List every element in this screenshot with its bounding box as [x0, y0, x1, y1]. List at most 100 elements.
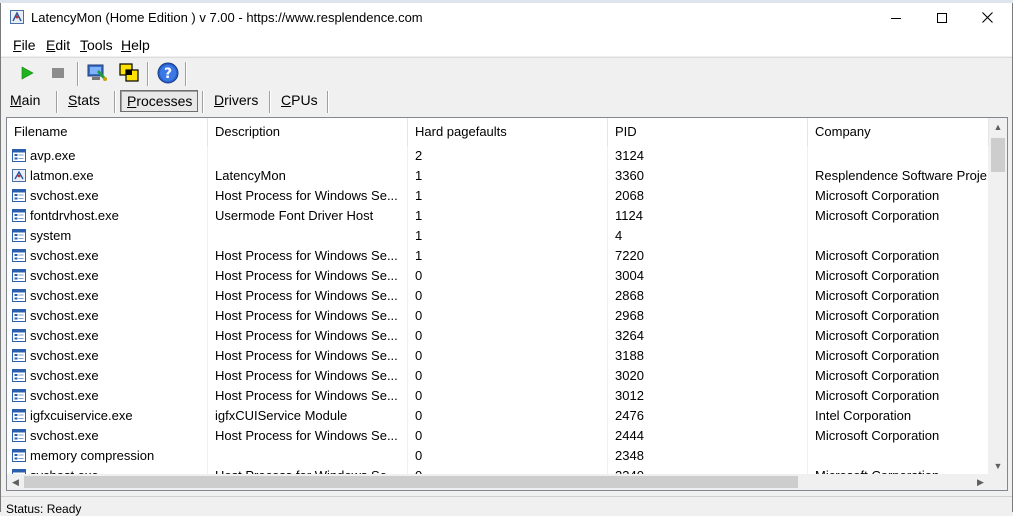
- menu-edit[interactable]: Edit: [46, 37, 70, 53]
- cell-company: Microsoft Corporation: [808, 386, 989, 406]
- table-row[interactable]: avp.exe 2 3124: [7, 146, 989, 166]
- maximize-button[interactable]: [919, 3, 965, 32]
- close-button[interactable]: [964, 3, 1010, 32]
- cell-description: Host Process for Windows Se...: [208, 286, 408, 306]
- cell-filename: memory compression: [7, 446, 208, 466]
- windows-button[interactable]: [117, 61, 141, 85]
- column-header-company[interactable]: Company: [808, 118, 989, 146]
- cell-hard-pagefaults: 0: [408, 406, 608, 426]
- menu-file[interactable]: File: [13, 37, 36, 53]
- tab-separator: [202, 91, 204, 113]
- tab-separator: [114, 91, 116, 113]
- cell-company: Microsoft Corporation: [808, 426, 989, 446]
- cell-company: Microsoft Corporation: [808, 206, 989, 226]
- cell-filename: svchost.exe: [7, 466, 208, 474]
- menu-tools[interactable]: Tools: [80, 37, 113, 53]
- cell-filename: svchost.exe: [7, 186, 208, 206]
- cell-company: [808, 226, 989, 246]
- stop-icon: [52, 68, 64, 78]
- table-row[interactable]: svchost.exeHost Process for Windows Se..…: [7, 426, 989, 446]
- scrollbar-corner: [989, 474, 1007, 490]
- help-button[interactable]: ?: [156, 61, 180, 85]
- column-header-description[interactable]: Description: [208, 118, 408, 146]
- table-row[interactable]: svchost.exeHost Process for Windows Se..…: [7, 306, 989, 326]
- table-row[interactable]: latmon.exe LatencyMon 1 3360 Resplendence So…: [7, 166, 989, 186]
- table-row[interactable]: svchost.exeHost Process for Windows Se..…: [7, 366, 989, 386]
- table-row[interactable]: svchost.exeHost Process for Windows Se..…: [7, 266, 989, 286]
- table-row[interactable]: igfxcuiservice.exe igfxCUIService Module 0…: [7, 406, 989, 426]
- vertical-scroll-thumb[interactable]: [991, 138, 1005, 172]
- cell-pid: 3004: [608, 266, 808, 286]
- horizontal-scroll-thumb[interactable]: [24, 476, 798, 488]
- cell-company: Microsoft Corporation: [808, 366, 989, 386]
- windows-icon: [119, 63, 139, 82]
- tab-cpus[interactable]: CPUs: [275, 90, 324, 112]
- cell-hard-pagefaults: 0: [408, 426, 608, 446]
- table-row[interactable]: svchost.exeHost Process for Windows Se..…: [7, 286, 989, 306]
- cell-hard-pagefaults: 2: [408, 146, 608, 166]
- table-row[interactable]: memory compression 0 2348: [7, 446, 989, 466]
- start-monitor-button[interactable]: [15, 61, 39, 85]
- cell-company: Microsoft Corporation: [808, 186, 989, 206]
- maximize-icon: [937, 12, 947, 23]
- table-row[interactable]: svchost.exeHost Process for Windows Se..…: [7, 186, 989, 206]
- table-row[interactable]: fontdrvhost.exe Usermode Font Driver Host…: [7, 206, 989, 226]
- cell-description: Host Process for Windows Se...: [208, 266, 408, 286]
- toolbar-separator: [185, 62, 187, 86]
- cell-pid: 2444: [608, 426, 808, 446]
- scroll-down-icon[interactable]: ▼: [989, 457, 1007, 474]
- cell-hard-pagefaults: 1: [408, 226, 608, 246]
- cell-filename: svchost.exe: [7, 286, 208, 306]
- scroll-right-icon[interactable]: ▶: [972, 474, 989, 490]
- cell-pid: 3360: [608, 166, 808, 186]
- cell-filename: avp.exe: [7, 146, 208, 166]
- tab-main[interactable]: Main: [4, 90, 46, 112]
- cell-company: Microsoft Corporation: [808, 306, 989, 326]
- help-icon: ?: [157, 62, 179, 84]
- cell-pid: 2348: [608, 446, 808, 466]
- tab-drivers[interactable]: Drivers: [208, 90, 264, 112]
- cell-pid: 2340: [608, 466, 808, 474]
- cell-pid: 3124: [608, 146, 808, 166]
- monitor-icon: [87, 64, 107, 81]
- cell-pid: 2868: [608, 286, 808, 306]
- minimize-button[interactable]: [873, 3, 919, 32]
- cell-hard-pagefaults: 0: [408, 466, 608, 474]
- table-row[interactable]: svchost.exeHost Process for Windows Se..…: [7, 326, 989, 346]
- cell-description: Usermode Font Driver Host: [208, 206, 408, 226]
- process-list[interactable]: Filename Description Hard pagefaults PID…: [6, 117, 1008, 491]
- svg-text:?: ?: [164, 66, 172, 82]
- scroll-left-icon[interactable]: ◀: [7, 474, 24, 490]
- cell-description: Host Process for Windows Se...: [208, 306, 408, 326]
- cell-hard-pagefaults: 1: [408, 186, 608, 206]
- system-info-button[interactable]: [85, 61, 109, 85]
- menu-help[interactable]: Help: [121, 37, 150, 53]
- latencymon-window: LatencyMon (Home Edition ) v 7.00 - http…: [0, 3, 1013, 516]
- toolbar-separator: [147, 62, 149, 86]
- scroll-up-icon[interactable]: ▲: [989, 118, 1007, 135]
- table-row[interactable]: svchost.exeHost Process for Windows Se..…: [7, 386, 989, 406]
- cell-company: Microsoft Corporation: [808, 326, 989, 346]
- cell-pid: 7220: [608, 246, 808, 266]
- vertical-scrollbar[interactable]: ▲ ▼: [989, 118, 1007, 474]
- tab-separator: [56, 91, 58, 113]
- cell-description: igfxCUIService Module: [208, 406, 408, 426]
- cell-description: Host Process for Windows Se...: [208, 426, 408, 446]
- cell-description: Host Process for Windows Se...: [208, 326, 408, 346]
- column-header-hard-pagefaults[interactable]: Hard pagefaults: [408, 118, 608, 146]
- tab-stats[interactable]: Stats: [62, 90, 106, 112]
- table-row[interactable]: svchost.exeHost Process for Windows Se..…: [7, 466, 989, 474]
- column-header-pid[interactable]: PID: [608, 118, 808, 146]
- cell-description: Host Process for Windows Se...: [208, 466, 408, 474]
- horizontal-scrollbar[interactable]: ◀ ▶: [7, 474, 989, 490]
- table-row[interactable]: svchost.exeHost Process for Windows Se..…: [7, 346, 989, 366]
- table-row[interactable]: svchost.exeHost Process for Windows Se..…: [7, 246, 989, 266]
- tab-processes[interactable]: Processes: [120, 90, 198, 112]
- cell-description: LatencyMon: [208, 166, 408, 186]
- stop-monitor-button[interactable]: [46, 61, 70, 85]
- cell-description: Host Process for Windows Se...: [208, 246, 408, 266]
- cell-pid: 3188: [608, 346, 808, 366]
- cell-hard-pagefaults: 1: [408, 206, 608, 226]
- table-row[interactable]: system 1 4: [7, 226, 989, 246]
- column-header-filename[interactable]: Filename: [7, 118, 208, 146]
